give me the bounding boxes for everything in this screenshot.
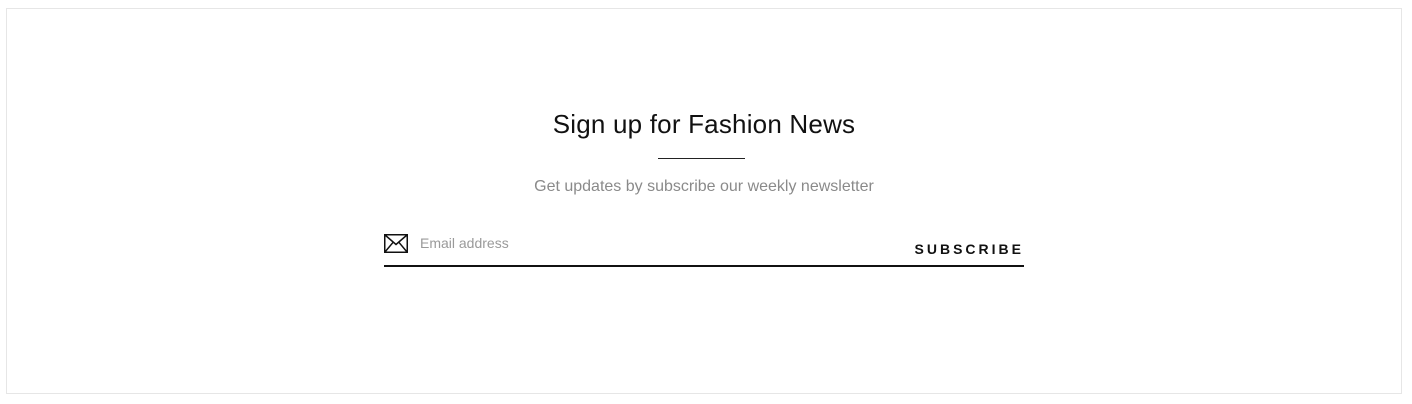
- envelope-icon: [384, 234, 408, 253]
- subscribe-button[interactable]: SUBSCRIBE: [915, 239, 1024, 259]
- email-input[interactable]: [420, 231, 900, 255]
- newsletter-form: SUBSCRIBE: [384, 229, 1024, 267]
- newsletter-subtitle: Get updates by subscribe our weekly news…: [534, 178, 874, 195]
- newsletter-title: Sign up for Fashion News: [552, 109, 856, 139]
- title-divider: [658, 158, 745, 159]
- newsletter-section: Sign up for Fashion News Get updates by …: [6, 8, 1402, 394]
